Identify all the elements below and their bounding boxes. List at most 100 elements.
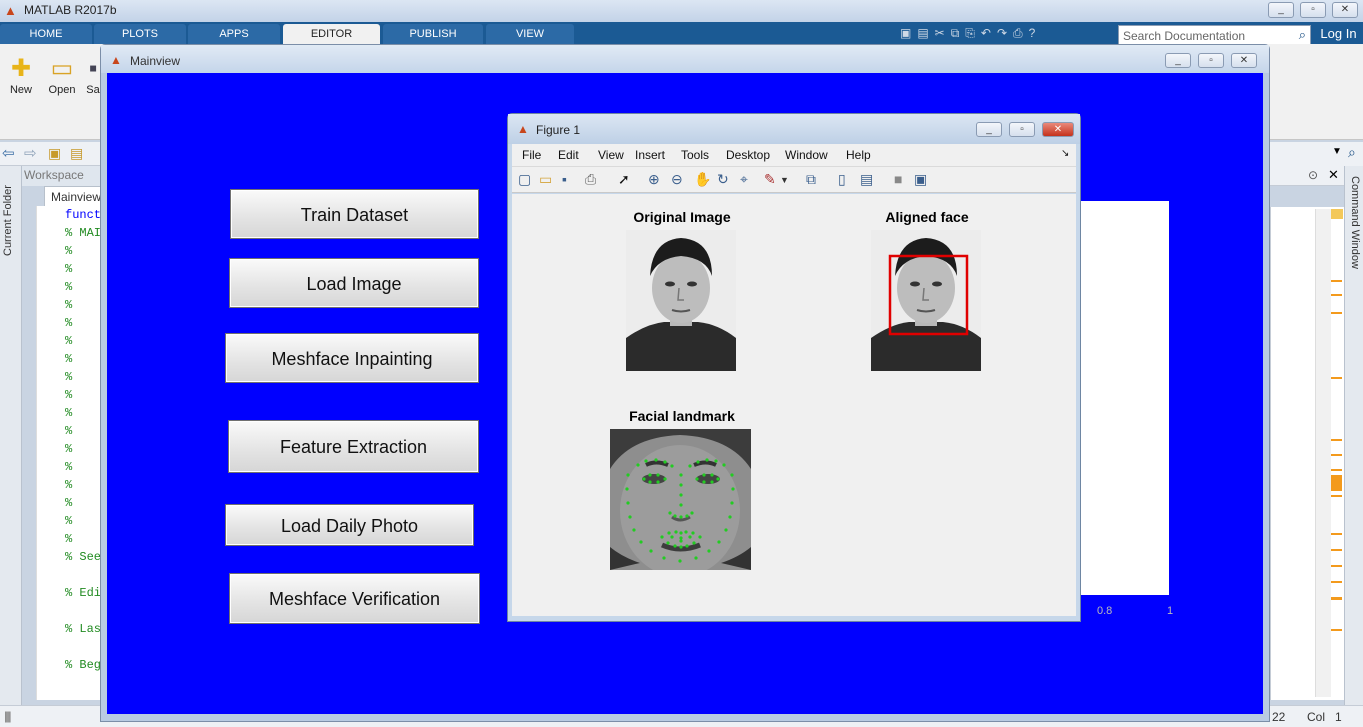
menu-edit[interactable]: Edit (558, 148, 579, 162)
load-daily-photo-button[interactable]: Load Daily Photo (225, 504, 474, 546)
new-figure-icon[interactable]: ▢ (518, 171, 531, 188)
browse-folder-icon[interactable]: ▤ (70, 145, 83, 162)
tab-view[interactable]: VIEW (486, 24, 574, 44)
code-line[interactable]: % (37, 422, 102, 440)
menu-tools[interactable]: Tools (681, 148, 709, 162)
save-icon[interactable]: ▪ (562, 171, 567, 187)
code-line[interactable]: % (37, 314, 102, 332)
scrollbar[interactable] (1315, 209, 1331, 697)
code-line[interactable]: % (37, 458, 102, 476)
code-line[interactable]: funct (37, 206, 102, 224)
code-line[interactable]: % MAI (37, 224, 102, 242)
maximize-button[interactable]: ▫ (1009, 122, 1035, 137)
code-line[interactable]: % Edi (37, 584, 102, 602)
code-line[interactable]: % (37, 512, 102, 530)
code-editor[interactable]: funct% MAI%%%%%%%%%%%%%%%%%% See% Edi% L… (36, 206, 102, 700)
open-file-icon[interactable]: ▭ (539, 171, 552, 188)
minimize-button[interactable]: _ (1165, 53, 1191, 68)
zoom-out-icon[interactable]: ⊖ (671, 171, 683, 188)
forward-arrow-icon[interactable]: ⇨ (24, 144, 37, 162)
menu-view[interactable]: View (598, 148, 624, 162)
chevron-down-icon[interactable]: ▼ (780, 175, 789, 185)
menu-window[interactable]: Window (785, 148, 828, 162)
maximize-button[interactable]: ▫ (1300, 2, 1326, 18)
code-line[interactable]: % (37, 296, 102, 314)
meshface-inpainting-button[interactable]: Meshface Inpainting (225, 333, 479, 383)
maximize-button[interactable]: ▫ (1198, 53, 1224, 68)
figure-title-bar[interactable]: ▲ Figure 1 _ ▫ ✕ (508, 114, 1080, 144)
tab-home[interactable]: HOME (0, 24, 92, 44)
current-folder-panel[interactable]: Current Folder (0, 166, 22, 706)
brush-icon[interactable]: ✎ (764, 171, 776, 188)
hide-plot-tools-icon[interactable]: ■ (894, 171, 902, 187)
quick-access-toolbar[interactable]: ▣▤✂⧉⎘↶↷⎙? (900, 26, 1115, 44)
editor-tab-mainview[interactable]: Mainview (44, 186, 102, 206)
close-panel-icon[interactable]: ✕ (1328, 167, 1339, 183)
tab-plots[interactable]: PLOTS (94, 24, 186, 44)
code-line[interactable]: % (37, 386, 102, 404)
code-line[interactable]: % Las (37, 620, 102, 638)
chevron-down-icon[interactable]: ▼ (1332, 146, 1342, 157)
close-button[interactable]: ✕ (1231, 53, 1257, 68)
minimize-button[interactable]: _ (1268, 2, 1294, 18)
save-button[interactable]: ▪ Sa (86, 54, 100, 96)
panel-menu-icon[interactable]: ⊙ (1308, 168, 1318, 182)
tab-publish[interactable]: PUBLISH (383, 24, 483, 44)
legend-icon[interactable]: ▤ (860, 171, 873, 188)
colorbar-icon[interactable]: ▯ (838, 171, 846, 188)
code-line[interactable]: % (37, 494, 102, 512)
back-arrow-icon[interactable]: ⇦ (2, 144, 15, 162)
code-line[interactable]: % (37, 350, 102, 368)
minimize-button[interactable]: _ (976, 122, 1002, 137)
open-button[interactable]: ▭ Open (46, 54, 78, 96)
menu-desktop[interactable]: Desktop (726, 148, 770, 162)
print-icon[interactable]: ⎙ (585, 171, 596, 188)
workspace-label[interactable]: Workspace (22, 166, 102, 186)
load-image-button[interactable]: Load Image (229, 258, 479, 308)
menu-insert[interactable]: Insert (635, 148, 665, 162)
command-window-side-tab[interactable]: Command Window (1344, 166, 1363, 706)
menu-help[interactable]: Help (846, 148, 871, 162)
code-line[interactable]: % (37, 260, 102, 278)
rotate-icon[interactable]: ↻ (717, 171, 729, 188)
up-folder-icon[interactable]: ▣ (48, 145, 61, 162)
new-button[interactable]: ✚ New (6, 54, 36, 96)
show-plot-tools-icon[interactable]: ▣ (914, 171, 927, 188)
code-line[interactable]: % (37, 404, 102, 422)
code-line[interactable]: % See (37, 548, 102, 566)
pan-icon[interactable]: ✋ (694, 171, 711, 188)
meshface-verification-button[interactable]: Meshface Verification (229, 573, 480, 624)
zoom-in-icon[interactable]: ⊕ (648, 171, 660, 188)
code-line[interactable]: % (37, 278, 102, 296)
code-line[interactable]: % (37, 530, 102, 548)
tab-apps[interactable]: APPS (188, 24, 280, 44)
plus-icon: ✚ (10, 55, 32, 82)
search-input[interactable]: Search Documentation ⌕ (1118, 25, 1311, 45)
mainview-title-bar[interactable]: ▲ Mainview _ ▫ ✕ (101, 45, 1269, 73)
code-line[interactable]: % (37, 368, 102, 386)
path-bar[interactable]: ▼ ⌕ (1270, 142, 1363, 166)
code-line[interactable] (37, 638, 102, 656)
code-line[interactable] (37, 602, 102, 620)
search-icon[interactable]: ⌕ (1348, 144, 1356, 161)
navigation-bar[interactable]: ⇦ ⇨ ▣ ▤ (0, 142, 100, 166)
dock-arrow-icon[interactable]: ↘ (1061, 148, 1069, 159)
code-line[interactable] (37, 566, 102, 584)
code-line[interactable]: % Beg (37, 656, 102, 674)
train-dataset-button[interactable]: Train Dataset (230, 189, 479, 239)
command-window[interactable] (1270, 207, 1345, 700)
code-line[interactable]: % (37, 476, 102, 494)
close-button[interactable]: ✕ (1332, 2, 1358, 18)
tab-editor[interactable]: EDITOR (283, 24, 380, 44)
close-button[interactable]: ✕ (1042, 122, 1074, 137)
code-line[interactable]: % (37, 332, 102, 350)
menu-file[interactable]: File (522, 148, 541, 162)
search-icon[interactable]: ⌕ (1299, 27, 1306, 43)
data-cursor-icon[interactable]: ⌖ (740, 171, 748, 188)
code-line[interactable]: % (37, 440, 102, 458)
feature-extraction-button[interactable]: Feature Extraction (228, 420, 479, 473)
link-plot-icon[interactable]: ⧉ (806, 171, 816, 188)
pointer-icon[interactable]: ➚ (618, 171, 630, 188)
login-link[interactable]: Log In (1316, 26, 1361, 41)
code-line[interactable]: % (37, 242, 102, 260)
